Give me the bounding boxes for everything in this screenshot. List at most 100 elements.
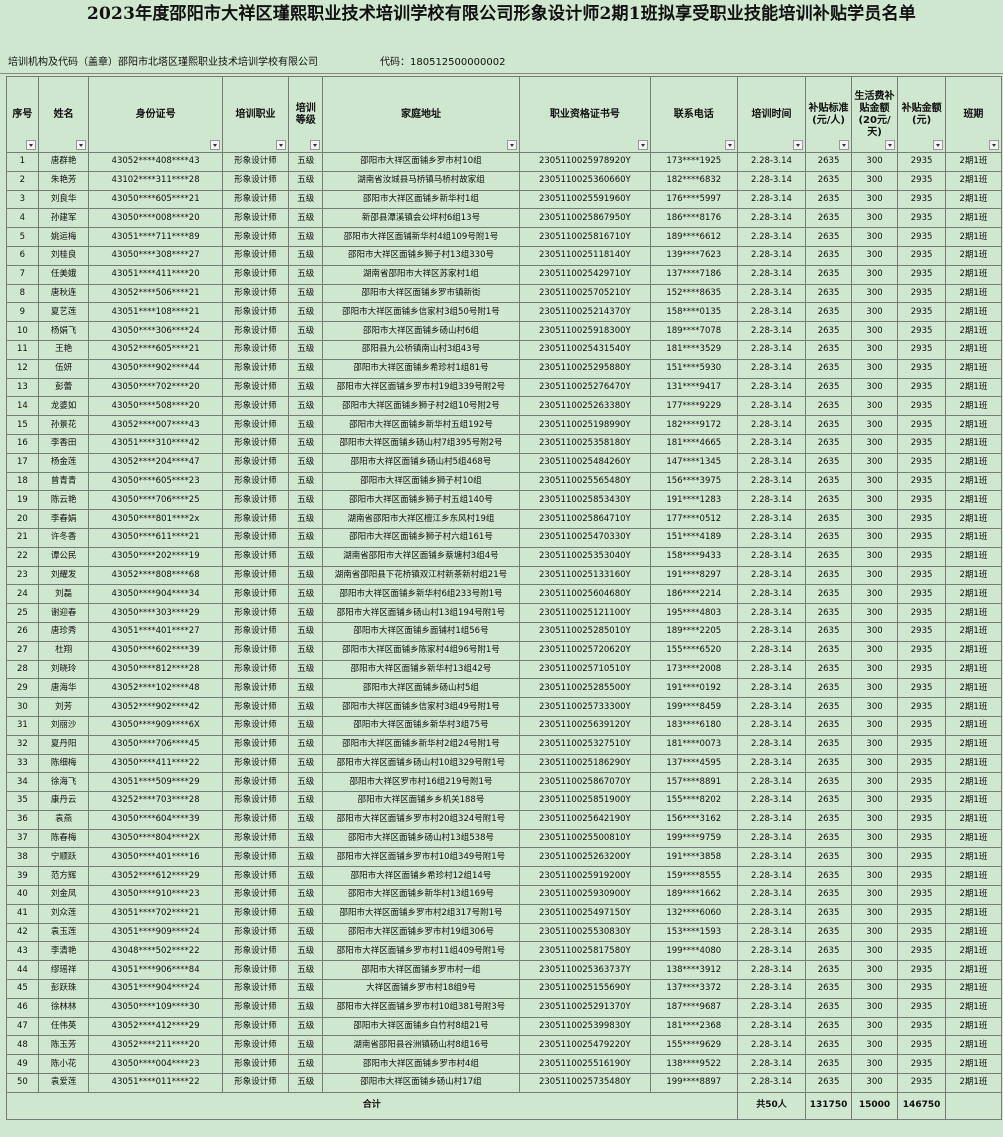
subsidy-standard[interactable]: 2635 — [805, 245, 852, 266]
phone[interactable]: 151****4189 — [649, 527, 738, 548]
training-period[interactable]: 2.28-3.14 — [736, 415, 807, 435]
trainee-name[interactable]: 徐林林 — [37, 997, 90, 1018]
level[interactable]: 五级 — [288, 283, 324, 304]
id-number[interactable]: 43051****702****21 — [88, 903, 223, 924]
level[interactable]: 五级 — [288, 903, 324, 924]
certificate-number[interactable]: 2305110025851900Y — [518, 791, 651, 811]
home-address[interactable]: 大祥区面铺乡罗市村18组9号 — [322, 979, 520, 999]
level[interactable]: 五级 — [288, 302, 324, 323]
phone[interactable]: 181****2368 — [649, 1016, 738, 1037]
certificate-number[interactable]: 2305110025591960Y — [518, 189, 651, 210]
living-allowance[interactable]: 300 — [850, 621, 899, 642]
id-number[interactable]: 43050****604****39 — [88, 809, 223, 830]
phone[interactable]: 157****8891 — [649, 772, 738, 793]
home-address[interactable]: 邵阳市大祥区面铺乡罗市村11组409号附1号 — [322, 941, 520, 962]
phone[interactable]: 199****9759 — [649, 828, 738, 849]
row-index[interactable]: 25 — [6, 603, 39, 623]
class-period[interactable]: 2期1班 — [944, 584, 1003, 605]
living-allowance[interactable]: 300 — [850, 170, 899, 191]
subsidy-amount[interactable]: 2935 — [897, 189, 946, 210]
home-address[interactable]: 湖南省邵阳县谷洲镇砀山村8组16号 — [322, 1035, 520, 1056]
training-period[interactable]: 2.28-3.14 — [736, 1035, 807, 1056]
living-allowance[interactable]: 300 — [850, 1054, 899, 1075]
level[interactable]: 五级 — [288, 415, 324, 435]
occupation[interactable]: 形象设计师 — [221, 152, 290, 172]
level[interactable]: 五级 — [288, 490, 324, 511]
id-number[interactable]: 43050****706****25 — [88, 490, 223, 511]
subsidy-amount[interactable]: 2935 — [897, 339, 946, 360]
id-number[interactable]: 43050****508****20 — [88, 396, 223, 417]
subsidy-standard[interactable]: 2635 — [805, 678, 852, 699]
id-number[interactable]: 43052****007****43 — [88, 415, 223, 435]
trainee-name[interactable]: 徐海飞 — [37, 772, 90, 793]
living-allowance[interactable]: 300 — [850, 678, 899, 699]
subsidy-amount[interactable]: 2935 — [897, 471, 946, 492]
class-period[interactable]: 2期1班 — [944, 678, 1003, 699]
id-number[interactable]: 43050****904****34 — [88, 584, 223, 605]
row-index[interactable]: 9 — [6, 302, 39, 323]
subsidy-standard[interactable]: 2635 — [805, 170, 852, 191]
trainee-name[interactable]: 姚运梅 — [37, 227, 90, 247]
phone[interactable]: 181****4665 — [649, 433, 738, 454]
home-address[interactable]: 邵阳市大祥区面铺乡砀山村13组538号 — [322, 828, 520, 849]
subsidy-standard[interactable]: 2635 — [805, 152, 852, 172]
subsidy-amount[interactable]: 2935 — [897, 509, 946, 529]
subsidy-standard[interactable]: 2635 — [805, 321, 852, 341]
subsidy-amount[interactable]: 2935 — [897, 828, 946, 849]
id-number[interactable]: 43052****408****43 — [88, 152, 223, 172]
training-period[interactable]: 2.28-3.14 — [736, 1054, 807, 1075]
home-address[interactable]: 邵阳市大祥区面铺乡罗市镇新街 — [322, 283, 520, 304]
row-index[interactable]: 36 — [6, 809, 39, 830]
id-number[interactable]: 43050****910****23 — [88, 885, 223, 905]
training-period[interactable]: 2.28-3.14 — [736, 152, 807, 172]
training-period[interactable]: 2.28-3.14 — [736, 828, 807, 849]
subsidy-standard[interactable]: 2635 — [805, 584, 852, 605]
subsidy-amount[interactable]: 2935 — [897, 1073, 946, 1093]
phone[interactable]: 137****4595 — [649, 753, 738, 774]
id-number[interactable]: 43050****605****23 — [88, 471, 223, 492]
certificate-number[interactable]: 2305110025263380Y — [518, 396, 651, 417]
id-number[interactable]: 43050****706****45 — [88, 734, 223, 755]
subsidy-amount[interactable]: 2935 — [897, 565, 946, 586]
phone[interactable]: 186****2214 — [649, 584, 738, 605]
level[interactable]: 五级 — [288, 339, 324, 360]
occupation[interactable]: 形象设计师 — [221, 490, 290, 511]
row-index[interactable]: 22 — [6, 546, 39, 567]
filter-dropdown-icon[interactable] — [209, 140, 220, 150]
level[interactable]: 五级 — [288, 152, 324, 172]
subsidy-standard[interactable]: 2635 — [805, 885, 852, 905]
id-number[interactable]: 43050****605****21 — [88, 189, 223, 210]
phone[interactable]: 156****3975 — [649, 471, 738, 492]
class-period[interactable]: 2期1班 — [944, 659, 1003, 680]
living-allowance[interactable]: 300 — [850, 208, 899, 229]
home-address[interactable]: 邵阳市大祥区面铺乡新华村13组169号 — [322, 885, 520, 905]
occupation[interactable]: 形象设计师 — [221, 245, 290, 266]
phone[interactable]: 147****1345 — [649, 452, 738, 473]
class-period[interactable]: 2期1班 — [944, 791, 1003, 811]
living-allowance[interactable]: 300 — [850, 885, 899, 905]
class-period[interactable]: 2期1班 — [944, 358, 1003, 379]
home-address[interactable]: 湖南省邵阳市大祥区苏家村1组 — [322, 264, 520, 285]
occupation[interactable]: 形象设计师 — [221, 828, 290, 849]
filter-dropdown-icon[interactable] — [885, 140, 896, 150]
subsidy-amount[interactable]: 2935 — [897, 922, 946, 943]
subsidy-standard[interactable]: 2635 — [805, 527, 852, 548]
id-number[interactable]: 43052****902****42 — [88, 697, 223, 717]
subsidy-amount[interactable]: 2935 — [897, 208, 946, 229]
row-index[interactable]: 12 — [6, 358, 39, 379]
row-index[interactable]: 38 — [6, 847, 39, 868]
class-period[interactable]: 2期1班 — [944, 960, 1003, 981]
subsidy-standard[interactable]: 2635 — [805, 809, 852, 830]
training-period[interactable]: 2.28-3.14 — [736, 922, 807, 943]
phone[interactable]: 158****9433 — [649, 546, 738, 567]
living-allowance[interactable]: 300 — [850, 189, 899, 210]
trainee-name[interactable]: 谢迎春 — [37, 603, 90, 623]
subsidy-amount[interactable]: 2935 — [897, 433, 946, 454]
subsidy-amount[interactable]: 2935 — [897, 659, 946, 680]
living-allowance[interactable]: 300 — [850, 866, 899, 887]
phone[interactable]: 158****0135 — [649, 302, 738, 323]
class-period[interactable]: 2期1班 — [944, 490, 1003, 511]
filter-dropdown-icon[interactable] — [724, 140, 735, 150]
id-number[interactable]: 43052****102****48 — [88, 678, 223, 699]
subsidy-amount[interactable]: 2935 — [897, 490, 946, 511]
